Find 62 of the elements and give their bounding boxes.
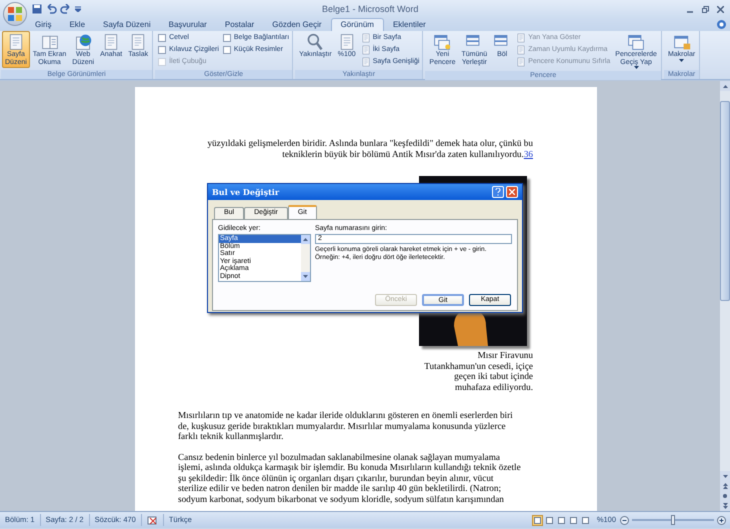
previous-page-button[interactable] bbox=[720, 481, 730, 491]
save-icon[interactable] bbox=[32, 4, 42, 14]
help-icon bbox=[495, 188, 501, 196]
double-caret-up-icon bbox=[722, 483, 728, 489]
scroll-down-button[interactable] bbox=[720, 471, 730, 481]
ribbon-tab[interactable]: Postalar bbox=[216, 18, 264, 31]
view-button[interactable] bbox=[580, 514, 591, 526]
caret-down-icon bbox=[303, 275, 308, 278]
view-button[interactable] bbox=[568, 514, 579, 526]
magnifier-icon bbox=[306, 33, 324, 51]
ribbon-tab[interactable]: Gözden Geçir bbox=[263, 18, 331, 31]
undo-icon[interactable] bbox=[45, 4, 57, 14]
paragraph: Cansız bedenin binlerce yıl bozulmadan saklanabilmesine olanak sağlayan mumyalama işlemi, aslında oldukça karmaşık bir işlemdir. Bu konuda Mısırlıların kullandığı teknik özetle şu şekildedir: İlk önce ölünün iç organları dışarı çıkarılır, burundan beyin alınır, vücut sterilize edilir ve beden natron denilen bir madde ile sarılıp 40 gün bekletilirdi. (Natron; sodyum karbonat, sodyum bikarbonat ve sodyum kloridle, sodyum sülfatın karışımından bbox=[178, 452, 521, 504]
scroll-thumb[interactable] bbox=[720, 101, 730, 301]
browse-object-button[interactable] bbox=[720, 491, 730, 501]
open-book-icon bbox=[40, 33, 59, 51]
close-button[interactable] bbox=[506, 186, 518, 198]
new-window-icon bbox=[433, 33, 452, 51]
zoom-out-icon[interactable] bbox=[620, 516, 629, 524]
vertical-scrollbar[interactable] bbox=[720, 81, 730, 511]
image-caption: Mısır Firavunu Tutankhamun'un cesedi, içiçe geçen iki tabut içinde muhafaza ediliyordu. bbox=[423, 350, 533, 392]
dot-icon bbox=[723, 494, 727, 498]
scrollbar[interactable] bbox=[301, 235, 310, 281]
paragraph: Mısırlıların tıp ve anatomide ne kadar ileride olduklarını gösteren en önemli eserlerden biri de, kuşkusuz geride bıraktıkları mumyalardır. Mısırlılar mumyalama konusunda yüzlerce farklı teknik kullanmışlardır. bbox=[178, 410, 513, 442]
next-page-button[interactable] bbox=[720, 501, 730, 511]
ribbon-tab[interactable]: Eklentiler bbox=[384, 18, 435, 31]
caret-up-icon bbox=[303, 238, 308, 241]
caret-down-icon bbox=[722, 474, 728, 478]
footnote-link[interactable]: 36 bbox=[524, 148, 533, 158]
windows-icon bbox=[627, 33, 646, 51]
globe-icon bbox=[74, 33, 92, 51]
checkbox[interactable] bbox=[158, 34, 166, 42]
ribbon-tab[interactable]: Görünüm bbox=[330, 18, 384, 31]
customize-toolbar-icon[interactable] bbox=[75, 6, 81, 12]
macro-icon bbox=[672, 33, 691, 51]
restore-icon[interactable] bbox=[702, 6, 709, 12]
caret-up-icon bbox=[722, 84, 728, 88]
ribbon-tab[interactable]: Ekle bbox=[60, 18, 94, 31]
scroll-up-button[interactable] bbox=[301, 235, 310, 244]
view-button[interactable] bbox=[556, 514, 567, 526]
dialog-title: Bul ve Değiştir bbox=[212, 186, 280, 198]
paragraph: yüzyıldaki gelişmelerden biridir. Aslında bunlara "keşfedildi" demek hata olur, çünkü bu tekniklerin büyük bir bölümü Antik Mısır'da zaten kullanılıyordu.36 bbox=[206, 138, 533, 159]
scroll-down-button[interactable] bbox=[301, 272, 310, 281]
close-icon[interactable] bbox=[717, 6, 724, 12]
checkbox[interactable] bbox=[222, 34, 231, 42]
zoom-slider-thumb[interactable] bbox=[671, 515, 675, 525]
help-button[interactable] bbox=[492, 186, 504, 198]
checkbox[interactable] bbox=[158, 46, 166, 54]
view-button[interactable] bbox=[532, 514, 543, 526]
scroll-up-button[interactable] bbox=[720, 81, 730, 91]
logo-icon bbox=[8, 7, 22, 21]
ribbon-tab[interactable]: Sayfa Düzeni bbox=[94, 18, 160, 31]
ribbon-tab[interactable]: Başvurular bbox=[160, 18, 216, 31]
zoom-in-icon[interactable] bbox=[717, 516, 726, 524]
redo-icon[interactable] bbox=[60, 4, 72, 14]
checkbox[interactable] bbox=[222, 46, 231, 54]
close-icon bbox=[509, 189, 515, 195]
help-icon[interactable] bbox=[717, 20, 726, 29]
ribbon-tab[interactable]: Giriş bbox=[26, 18, 60, 31]
view-button[interactable] bbox=[544, 514, 555, 526]
double-caret-down-icon bbox=[722, 503, 728, 509]
window-title: Belge1 - Microsoft Word bbox=[322, 3, 418, 16]
